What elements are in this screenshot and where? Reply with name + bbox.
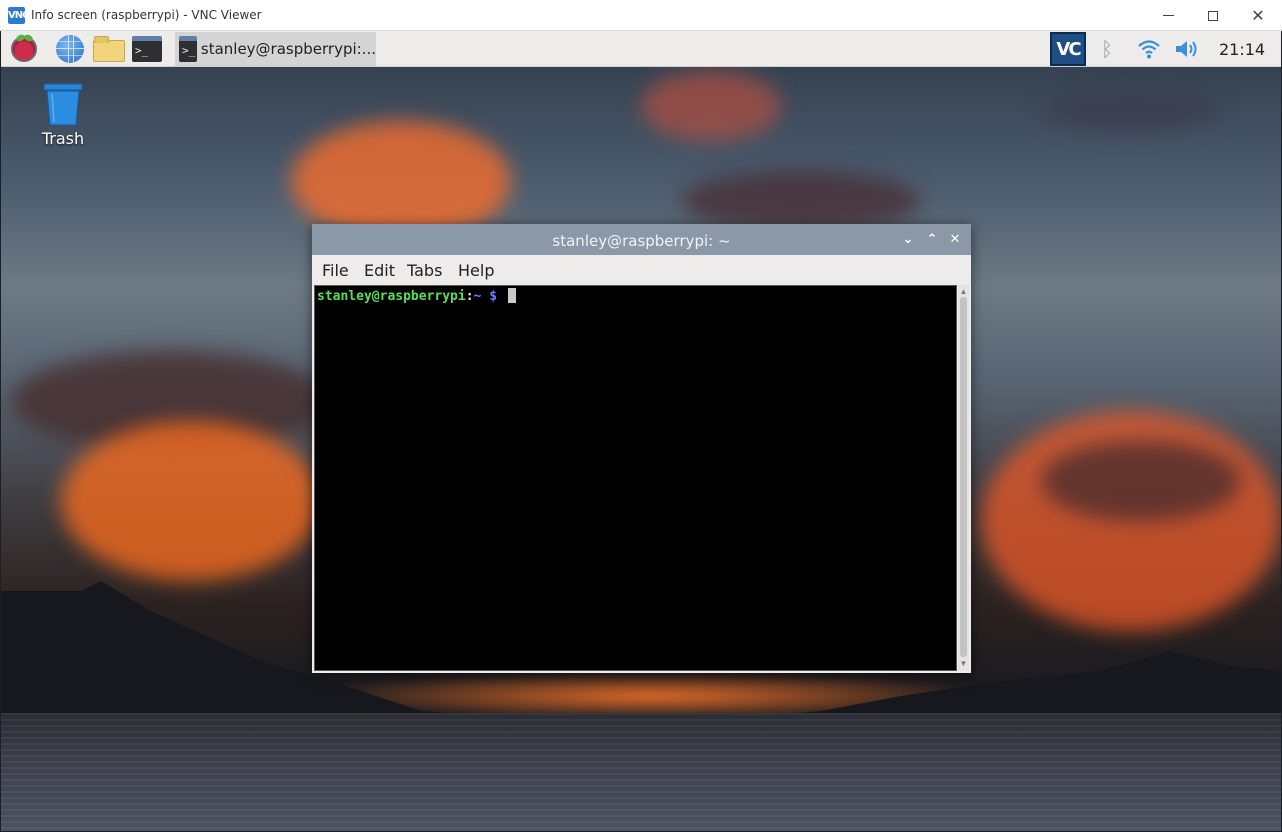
trash-icon bbox=[43, 83, 83, 126]
minimize-icon bbox=[1162, 15, 1174, 16]
clock[interactable]: 21:14 bbox=[1219, 40, 1265, 59]
sky-cloud bbox=[291, 121, 511, 241]
terminal-scrollbar[interactable]: ▲ ▼ bbox=[958, 285, 969, 671]
folder-icon bbox=[93, 36, 125, 62]
menu-file[interactable]: File bbox=[322, 261, 349, 280]
raspberry-menu-button[interactable] bbox=[7, 33, 41, 64]
volume-icon-glyph bbox=[1176, 41, 1197, 57]
terminal-titlebar[interactable]: stanley@raspberrypi: ~ ⌄ ⌃ ✕ bbox=[312, 224, 971, 255]
chevron-down-icon[interactable]: ⌄ bbox=[898, 229, 918, 249]
close-icon: ✕ bbox=[1251, 6, 1265, 25]
web-browser-button[interactable] bbox=[53, 34, 87, 64]
vnc-viewer-titlebar[interactable]: VNC Info screen (raspberrypi) - VNC View… bbox=[0, 0, 1282, 31]
close-icon[interactable]: ✕ bbox=[945, 229, 965, 249]
minimize-button[interactable] bbox=[1145, 0, 1191, 31]
taskbar-terminal-window-button[interactable]: >_ stanley@raspberrypi:... bbox=[175, 32, 376, 66]
desktop-icon-trash[interactable]: Trash bbox=[31, 79, 95, 151]
sky-cloud bbox=[61, 421, 321, 581]
desktop-icon-label: Trash bbox=[41, 129, 85, 148]
vnc-app-icon: VNC bbox=[8, 7, 29, 24]
chevron-up-icon[interactable]: ⌃ bbox=[922, 229, 942, 249]
lake-water bbox=[1, 713, 1281, 831]
scrollbar-thumb[interactable] bbox=[960, 297, 967, 657]
prompt-separator: : bbox=[465, 289, 474, 304]
vnc-server-icon[interactable]: VC bbox=[1050, 32, 1086, 66]
terminal-icon: >_ bbox=[179, 36, 197, 62]
sky-cloud bbox=[641, 71, 781, 141]
menu-help[interactable]: Help bbox=[458, 261, 494, 280]
shell-prompt: stanley@raspberrypi:~ $ bbox=[317, 288, 516, 304]
raspberry-icon bbox=[11, 33, 37, 62]
taskbar-panel: >_ >_ stanley@raspberrypi:... VC ᛒ 21:14 bbox=[1, 31, 1281, 67]
maximize-button[interactable] bbox=[1190, 0, 1236, 31]
terminal-launcher-button[interactable]: >_ bbox=[129, 34, 165, 64]
bluetooth-icon[interactable]: ᛒ bbox=[1095, 36, 1119, 62]
prompt-user-host: stanley@raspberrypi bbox=[317, 289, 466, 304]
remote-desktop[interactable]: >_ >_ stanley@raspberrypi:... VC ᛒ 21:14 bbox=[1, 31, 1281, 831]
wifi-icon[interactable] bbox=[1135, 36, 1163, 62]
maximize-icon bbox=[1208, 10, 1218, 21]
terminal-menubar: File Edit Tabs Help bbox=[312, 255, 971, 285]
wifi-icon-glyph bbox=[1138, 40, 1160, 59]
menu-edit[interactable]: Edit bbox=[364, 261, 395, 280]
prompt-symbol: $ bbox=[481, 289, 505, 304]
scroll-up-arrow-icon[interactable]: ▲ bbox=[959, 287, 968, 296]
terminal-output-area[interactable]: stanley@raspberrypi:~ $ bbox=[314, 285, 957, 671]
sky-cloud bbox=[681, 171, 921, 231]
taskbar-button-label: stanley@raspberrypi:... bbox=[200, 40, 376, 58]
terminal-title: stanley@raspberrypi: ~ bbox=[552, 232, 731, 250]
file-manager-button[interactable] bbox=[91, 34, 127, 64]
scroll-down-arrow-icon[interactable]: ▼ bbox=[959, 659, 968, 668]
terminal-window[interactable]: stanley@raspberrypi: ~ ⌄ ⌃ ✕ File Edit T… bbox=[312, 224, 971, 673]
globe-icon bbox=[56, 35, 84, 63]
sky-cloud bbox=[1041, 91, 1221, 131]
window-title: Info screen (raspberrypi) - VNC Viewer bbox=[31, 8, 262, 22]
close-button[interactable]: ✕ bbox=[1235, 0, 1281, 31]
volume-icon[interactable] bbox=[1173, 36, 1203, 62]
terminal-icon: >_ bbox=[132, 36, 162, 62]
text-cursor bbox=[507, 288, 516, 303]
sky-cloud bbox=[1041, 441, 1241, 521]
menu-tabs[interactable]: Tabs bbox=[407, 261, 442, 280]
